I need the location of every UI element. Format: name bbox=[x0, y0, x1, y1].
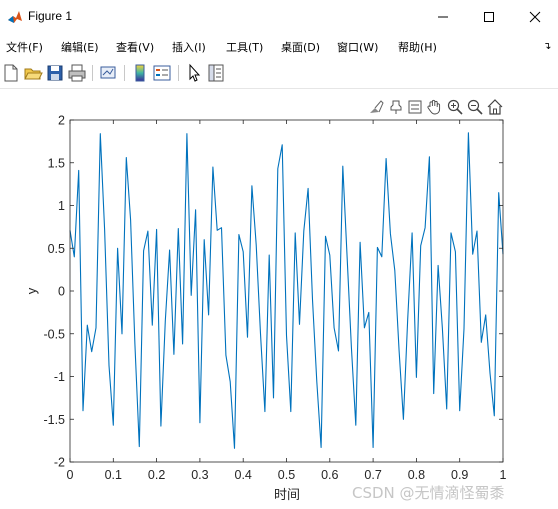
axes-box bbox=[69, 119, 504, 463]
home-icon[interactable] bbox=[486, 98, 504, 116]
zoom-out-icon[interactable] bbox=[466, 98, 484, 116]
rotate-icon[interactable] bbox=[406, 98, 424, 116]
y-tick-label: -2 bbox=[54, 456, 65, 470]
menu-insert[interactable]: 插入(I) bbox=[172, 39, 206, 55]
minimize-button[interactable] bbox=[420, 0, 466, 34]
zoom-in-icon[interactable] bbox=[446, 98, 464, 116]
axes-background bbox=[70, 120, 503, 462]
x-tick-label: 0.6 bbox=[321, 468, 338, 482]
menu-tools[interactable]: 工具(T) bbox=[226, 39, 263, 55]
y-tick-label: 1 bbox=[58, 199, 65, 213]
brush-icon[interactable] bbox=[367, 98, 385, 116]
menu-desktop[interactable]: 桌面(D) bbox=[281, 39, 320, 55]
x-tick-label: 0.4 bbox=[235, 468, 252, 482]
x-axis-label: 时间 bbox=[274, 487, 300, 502]
y-tick-label: 0 bbox=[58, 285, 65, 299]
y-tick-label: 1.5 bbox=[48, 156, 65, 170]
x-tick-label: 0 bbox=[67, 468, 74, 482]
pan-icon[interactable] bbox=[425, 98, 443, 116]
x-tick-label: 0.2 bbox=[148, 468, 165, 482]
x-tick-label: 0.3 bbox=[191, 468, 208, 482]
close-icon bbox=[529, 11, 541, 23]
pointer-icon[interactable] bbox=[184, 63, 204, 83]
y-tick-label: -1.5 bbox=[43, 413, 65, 427]
menu-edit[interactable]: 编辑(E) bbox=[61, 39, 99, 55]
print-icon[interactable] bbox=[67, 63, 87, 83]
x-tick-label: 0.9 bbox=[451, 468, 468, 482]
menu-file[interactable]: 文件(F) bbox=[6, 39, 43, 55]
watermark-text: CSDN @无情滴怪蜀黍 bbox=[352, 484, 505, 502]
title-bar: Figure 1 bbox=[0, 0, 558, 34]
maximize-icon bbox=[484, 12, 494, 22]
series-line-0 bbox=[69, 132, 504, 449]
minimize-icon bbox=[438, 16, 448, 18]
y-axis-label: y bbox=[24, 287, 39, 294]
matlab-icon bbox=[7, 9, 23, 25]
y-tick-label: -0.5 bbox=[43, 327, 65, 341]
new-file-icon[interactable] bbox=[1, 63, 21, 83]
close-button[interactable] bbox=[512, 0, 558, 34]
x-tick-label: 1 bbox=[500, 468, 507, 482]
menu-overflow-icon[interactable]: ↴ bbox=[543, 41, 551, 52]
toolbar-separator bbox=[178, 65, 179, 81]
maximize-button[interactable] bbox=[466, 0, 512, 34]
toolbar-separator bbox=[92, 65, 93, 81]
link-plot-icon[interactable] bbox=[98, 63, 118, 83]
menu-help[interactable]: 帮助(H) bbox=[398, 39, 437, 55]
data-tip-icon[interactable] bbox=[387, 98, 405, 116]
y-tick-label: 0.5 bbox=[48, 242, 65, 256]
y-tick-label: 2 bbox=[58, 114, 65, 128]
x-tick-label: 0.8 bbox=[408, 468, 425, 482]
menu-view[interactable]: 查看(V) bbox=[116, 39, 154, 55]
figure-toolbar bbox=[0, 58, 558, 89]
toolbar-separator bbox=[124, 65, 125, 81]
y-tick-label: -1 bbox=[54, 370, 65, 384]
x-tick-label: 0.5 bbox=[278, 468, 295, 482]
x-tick-label: 0.7 bbox=[364, 468, 381, 482]
property-inspector-icon[interactable] bbox=[206, 63, 226, 83]
menu-window[interactable]: 窗口(W) bbox=[337, 39, 378, 55]
window-title: Figure 1 bbox=[28, 9, 73, 23]
colorbar-icon[interactable] bbox=[130, 63, 150, 83]
open-folder-icon[interactable] bbox=[23, 63, 43, 83]
legend-icon[interactable] bbox=[152, 63, 172, 83]
menu-bar: 文件(F) 编辑(E) 查看(V) 插入(I) 工具(T) 桌面(D) 窗口(W… bbox=[0, 34, 558, 58]
x-tick-label: 0.1 bbox=[105, 468, 122, 482]
save-icon[interactable] bbox=[45, 63, 65, 83]
